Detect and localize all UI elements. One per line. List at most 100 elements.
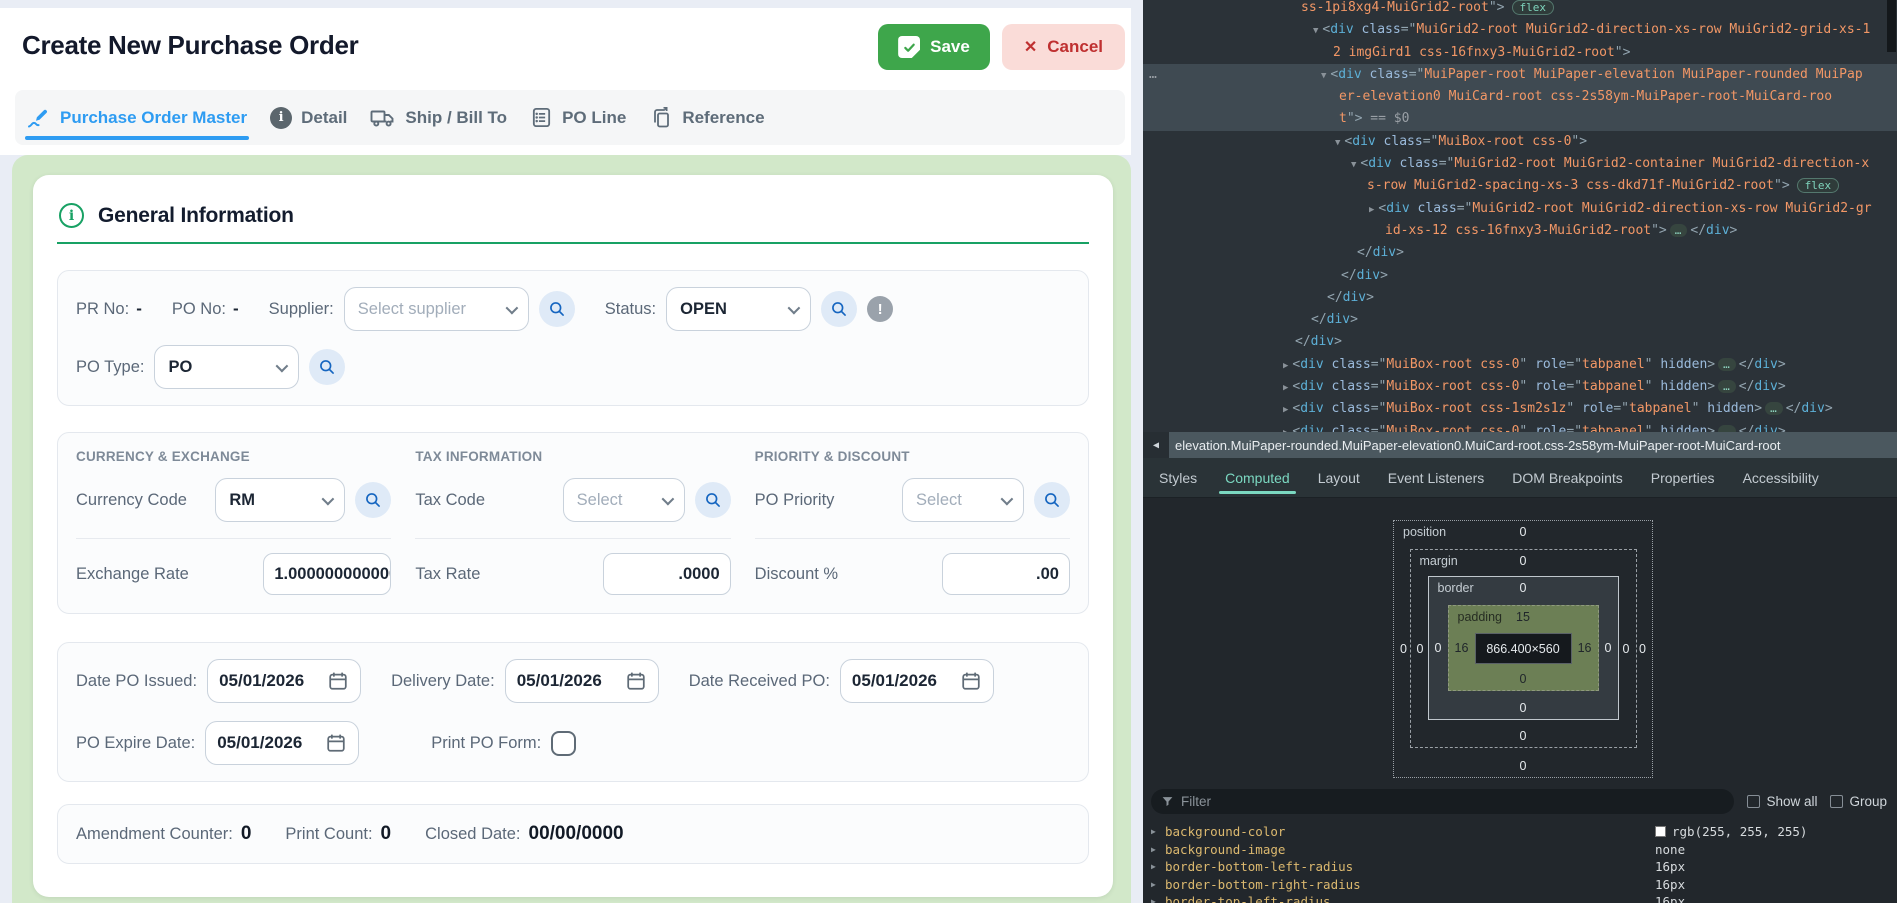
tab-ship-bill-to[interactable]: Ship / Bill To — [368, 90, 509, 145]
code-token[interactable]: ▶ — [1283, 361, 1288, 371]
dom-tree-line[interactable]: ▶<div class="MuiBox-root css-0" role="ta… — [1143, 354, 1897, 376]
flex-badge[interactable]: flex — [1512, 0, 1555, 15]
po-type-select[interactable]: PO — [154, 345, 299, 389]
devtools-tab-layout[interactable]: Layout — [1308, 458, 1370, 497]
group-input[interactable]: .00 — [942, 553, 1070, 595]
group-search-button[interactable] — [695, 482, 731, 518]
show-all-checkbox[interactable] — [1747, 795, 1760, 808]
group-select-value: Select — [577, 491, 623, 510]
info-outline-icon: i — [59, 203, 84, 228]
dom-tree-line[interactable]: </div> — [1143, 242, 1897, 264]
code-token[interactable]: ▼ — [1321, 71, 1326, 81]
group-input[interactable]: 1.0000000000000 — [263, 553, 391, 595]
collapsed-content-icon[interactable]: … — [1718, 380, 1736, 393]
box-model-border-ring[interactable]: border 0 0 0 0 padding 15 0 16 16 — [1428, 576, 1619, 720]
expand-arrow-icon[interactable]: ▶ — [1151, 823, 1156, 841]
dom-tree-line[interactable]: ▼<div class="MuiGrid2-root MuiGrid2-dire… — [1143, 19, 1897, 41]
dates-box: Date PO Issued:05/01/2026Delivery Date:0… — [57, 642, 1089, 782]
date-input[interactable]: 05/01/2026 — [205, 721, 359, 765]
code-token[interactable]: ▶ — [1369, 205, 1374, 215]
tab-label: PO Line — [562, 108, 626, 128]
po-type-search-button[interactable] — [309, 349, 345, 385]
box-model-margin-ring[interactable]: margin 0 0 0 0 border 0 0 0 0 padding — [1410, 549, 1637, 748]
scrollbar-thumb[interactable] — [1887, 0, 1896, 52]
devtools-tab-dom-breakpoints[interactable]: DOM Breakpoints — [1502, 458, 1632, 497]
dom-tree-line[interactable]: ss-1pi8xg4-MuiGrid2-root">flex — [1143, 0, 1897, 19]
group-select[interactable]: RM — [215, 478, 345, 522]
group-select[interactable]: Select — [902, 478, 1024, 522]
date-input[interactable]: 05/01/2026 — [840, 659, 994, 703]
breadcrumb[interactable]: elevation.MuiPaper-rounded.MuiPaper-elev… — [1169, 438, 1780, 453]
box-model-content[interactable]: 866.400×560 — [1475, 633, 1572, 664]
group-input[interactable]: .0000 — [603, 553, 731, 595]
devtools-tab-computed[interactable]: Computed — [1215, 458, 1300, 497]
tab-po-line[interactable]: PO Line — [528, 90, 628, 145]
dom-tree-line[interactable]: </div> — [1143, 309, 1897, 331]
dom-tree-line[interactable]: ▶<div class="MuiBox-root css-0" role="ta… — [1143, 376, 1897, 398]
status-select[interactable]: OPEN — [666, 287, 811, 331]
code-token[interactable]: ▼ — [1313, 26, 1318, 36]
tab-purchase-order-master[interactable]: Purchase Order Master — [25, 90, 249, 145]
dom-tree-line[interactable]: </div> — [1143, 265, 1897, 287]
dom-tree-line[interactable]: t"> == $0 — [1143, 108, 1897, 130]
group-checkbox[interactable] — [1830, 795, 1843, 808]
dom-tree-line[interactable]: ▶<div class="MuiGrid2-root MuiGrid2-dire… — [1143, 198, 1897, 220]
print-po-checkbox[interactable] — [551, 731, 576, 756]
flex-badge[interactable]: flex — [1797, 178, 1840, 193]
dom-tree-line[interactable]: ▶<div class="MuiBox-root css-1sm2s1z" ro… — [1143, 398, 1897, 420]
cancel-button[interactable]: ✕ Cancel — [1002, 24, 1125, 70]
date-label: Date PO Issued: — [76, 672, 197, 691]
dom-tree-line[interactable]: ▼<div class="MuiGrid2-root MuiGrid2-cont… — [1143, 153, 1897, 175]
dom-tree-line[interactable]: id-xs-12 css-16fnxy3-MuiGrid2-root">…</d… — [1143, 220, 1897, 242]
box-model-position-ring[interactable]: position 0 0 0 0 margin 0 0 0 0 border 0 — [1393, 520, 1653, 778]
supplier-search-button[interactable] — [539, 291, 575, 327]
code-token[interactable]: ▶ — [1283, 383, 1288, 393]
computed-property-row[interactable]: ▶border-bottom-right-radius16px — [1143, 876, 1897, 894]
dom-tree-line[interactable]: </div> — [1143, 331, 1897, 353]
expand-arrow-icon[interactable]: ▶ — [1151, 858, 1156, 876]
group-search-button[interactable] — [355, 482, 391, 518]
collapsed-content-icon[interactable]: … — [1670, 224, 1688, 237]
tab-detail[interactable]: iDetail — [268, 90, 349, 145]
code-token: div — [1327, 312, 1350, 327]
tab-reference[interactable]: Reference — [647, 90, 766, 145]
box-model-padding-ring[interactable]: padding 15 0 16 16 866.400×560 — [1448, 605, 1599, 691]
dom-tree-line[interactable]: s-row MuiGrid2-spacing-xs-3 css-dkd71f-M… — [1143, 175, 1897, 197]
computed-property-row[interactable]: ▶background-imagenone — [1143, 841, 1897, 859]
collapsed-content-icon[interactable]: … — [1718, 425, 1736, 432]
code-token: " — [1519, 357, 1535, 372]
expand-arrow-icon[interactable]: ▶ — [1151, 841, 1156, 859]
devtools-tab-styles[interactable]: Styles — [1149, 458, 1207, 497]
collapsed-content-icon[interactable]: … — [1718, 358, 1736, 371]
computed-property-row[interactable]: ▶border-bottom-left-radius16px — [1143, 858, 1897, 876]
gutter-ellipsis[interactable]: … — [1149, 64, 1157, 86]
expand-arrow-icon[interactable]: ▶ — [1151, 893, 1156, 903]
devtools-tab-accessibility[interactable]: Accessibility — [1733, 458, 1829, 497]
breadcrumb-back-button[interactable]: ◀ — [1143, 432, 1169, 458]
devtools-tab-event-listeners[interactable]: Event Listeners — [1378, 458, 1495, 497]
dom-tree-line[interactable]: er-elevation0 MuiCard-root css-2s58ym-Mu… — [1143, 86, 1897, 108]
group-select[interactable]: Select — [563, 478, 685, 522]
code-token[interactable]: ▶ — [1283, 405, 1288, 415]
dom-tree-line[interactable]: ▶<div class="MuiBox-root css-0" role="ta… — [1143, 421, 1897, 432]
code-token[interactable]: ▼ — [1335, 138, 1340, 148]
computed-property-row[interactable]: ▶background-colorrgb(255, 255, 255) — [1143, 823, 1897, 841]
expand-arrow-icon[interactable]: ▶ — [1151, 876, 1156, 894]
code-token[interactable]: ▼ — [1351, 160, 1356, 170]
dom-tree-line[interactable]: …▼<div class="MuiPaper-root MuiPaper-ele… — [1143, 64, 1897, 86]
summary-value: 00/00/0000 — [529, 823, 624, 845]
date-input[interactable]: 05/01/2026 — [207, 659, 361, 703]
collapsed-content-icon[interactable]: … — [1765, 402, 1783, 415]
supplier-select[interactable]: Select supplier — [344, 287, 529, 331]
page-title: Create New Purchase Order — [22, 24, 358, 61]
dom-tree-line[interactable]: </div> — [1143, 287, 1897, 309]
group-search-button[interactable] — [1034, 482, 1070, 518]
dom-tree-line[interactable]: ▼<div class="MuiBox-root css-0"> — [1143, 131, 1897, 153]
filter-input[interactable]: Filter — [1151, 789, 1734, 814]
save-button[interactable]: Save — [878, 24, 990, 70]
date-input[interactable]: 05/01/2026 — [505, 659, 659, 703]
dom-tree-line[interactable]: 2 imgGird1 css-16fnxy3-MuiGrid2-root"> — [1143, 42, 1897, 64]
devtools-tab-properties[interactable]: Properties — [1641, 458, 1725, 497]
computed-property-row[interactable]: ▶border-top-left-radius16px — [1143, 893, 1897, 903]
status-search-button[interactable] — [821, 291, 857, 327]
